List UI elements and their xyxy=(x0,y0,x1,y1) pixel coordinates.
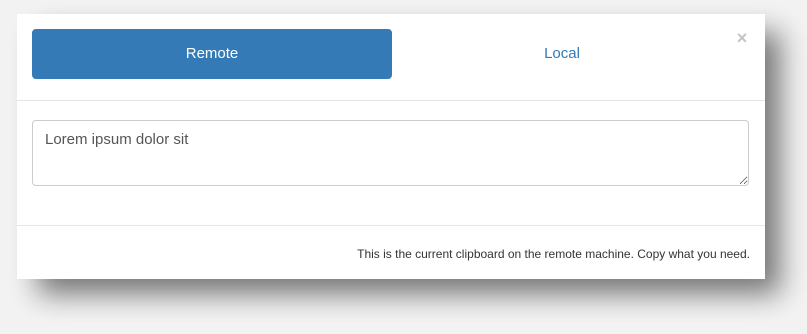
clipboard-dialog: Remote Local × This is the current clipb… xyxy=(17,14,765,279)
clipboard-textarea[interactable] xyxy=(32,120,749,186)
dialog-header: Remote Local × xyxy=(17,14,765,101)
tab-local[interactable]: Local xyxy=(392,29,732,79)
screen: Remote Local × This is the current clipb… xyxy=(0,0,807,334)
dialog-footer: This is the current clipboard on the rem… xyxy=(17,226,765,279)
clipboard-hint: This is the current clipboard on the rem… xyxy=(357,247,750,261)
tab-remote[interactable]: Remote xyxy=(32,29,392,79)
dialog-body xyxy=(17,101,765,226)
close-icon[interactable]: × xyxy=(733,28,751,48)
